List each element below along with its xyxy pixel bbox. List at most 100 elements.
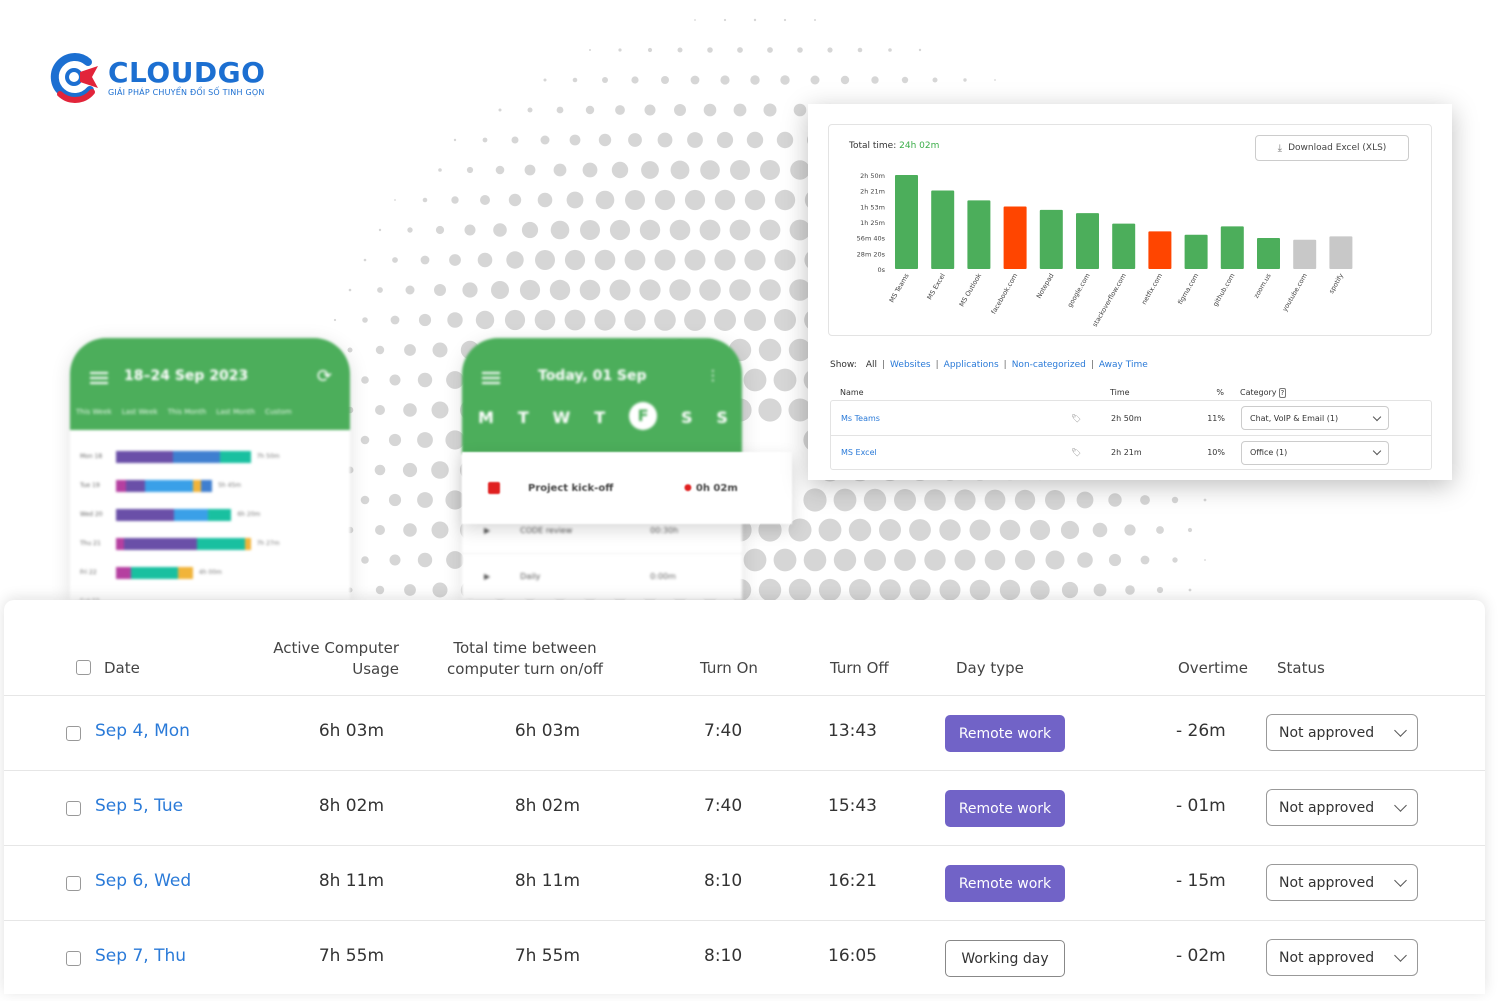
- period-tab[interactable]: Last Month: [216, 408, 255, 416]
- period-tab[interactable]: This Month: [168, 408, 206, 416]
- row-checkbox[interactable]: [66, 876, 81, 891]
- halftone-dot: [417, 432, 433, 448]
- halftone-dot: [628, 133, 642, 147]
- bar-segment: [172, 450, 220, 463]
- timesheet-row: Sep 5, Tue 8h 02m 8h 02m 7:40 15:43 Remote wo…: [4, 771, 1485, 846]
- play-icon[interactable]: ▶: [484, 526, 490, 535]
- bar-segment: [208, 508, 232, 521]
- help-icon[interactable]: ?: [1278, 387, 1287, 398]
- menu-icon[interactable]: [90, 372, 108, 384]
- bar-ms-excel[interactable]: [931, 190, 955, 269]
- bar-zoom-us[interactable]: [1257, 238, 1280, 269]
- filter-websites[interactable]: Websites: [890, 360, 931, 370]
- app-time: 2h 50m: [1111, 413, 1142, 423]
- total-time: 8h 02m: [514, 796, 580, 816]
- weekday-1[interactable]: T: [518, 408, 529, 430]
- row-checkbox[interactable]: [66, 951, 81, 966]
- filter-non-categorized[interactable]: Non-categorized: [1012, 360, 1086, 370]
- halftone-dot: [615, 105, 625, 115]
- col-header-name: Name: [840, 387, 864, 397]
- col-header-overtime: Overtime: [1178, 659, 1248, 677]
- overtime-value: - 01m: [1176, 796, 1226, 816]
- active-usage: 8h 02m: [318, 796, 384, 816]
- refresh-icon[interactable]: ⟳: [317, 366, 332, 387]
- app-name-link[interactable]: MS Excel: [831, 448, 1071, 457]
- halftone-dot: [773, 548, 797, 572]
- halftone-dot: [624, 249, 646, 271]
- tag-icon[interactable]: 🏷︎: [1071, 414, 1111, 423]
- weekday-6[interactable]: S: [716, 408, 728, 430]
- date-link[interactable]: Sep 7, Thu: [95, 946, 186, 966]
- day-type-badge[interactable]: Working day: [945, 940, 1065, 977]
- bar-segment: [173, 508, 209, 521]
- row-checkbox[interactable]: [66, 726, 81, 741]
- date-link[interactable]: Sep 6, Wed: [95, 871, 191, 891]
- tag-icon[interactable]: 🏷︎: [1071, 448, 1111, 457]
- play-icon[interactable]: ▶: [484, 572, 490, 581]
- weekday-3[interactable]: T: [594, 408, 605, 430]
- halftone-dot: [464, 224, 476, 236]
- halftone-dot: [417, 372, 433, 388]
- bar-google-com[interactable]: [1076, 213, 1099, 269]
- date-link[interactable]: Sep 4, Mon: [95, 721, 190, 741]
- period-tab[interactable]: This Week: [76, 408, 112, 416]
- bar-youtube-com[interactable]: [1293, 239, 1317, 269]
- halftone-dot: [694, 19, 696, 21]
- category-select[interactable]: Chat, VoIP & Email (1): [1241, 406, 1389, 430]
- halftone-dot: [1030, 580, 1050, 600]
- bar-facebook-com[interactable]: [1003, 206, 1027, 269]
- weekday-2[interactable]: W: [553, 408, 571, 430]
- category-select[interactable]: Office (1): [1241, 440, 1389, 465]
- bar-figma-com[interactable]: [1184, 234, 1208, 269]
- halftone-dot: [714, 309, 736, 331]
- halftone-dot: [774, 249, 796, 271]
- halftone-dot: [431, 461, 449, 479]
- halftone-dot: [1061, 581, 1079, 599]
- more-options-icon[interactable]: ⋮: [706, 368, 720, 384]
- filter-applications[interactable]: Applications: [944, 360, 999, 370]
- date-link[interactable]: Sep 5, Tue: [95, 796, 183, 816]
- status-select[interactable]: Not approved: [1266, 939, 1418, 976]
- period-tab[interactable]: Last Week: [122, 408, 158, 416]
- bar-notepad[interactable]: [1039, 209, 1063, 269]
- turn-off-time: 16:05: [828, 946, 877, 966]
- menu-icon[interactable]: [482, 372, 500, 384]
- stop-icon[interactable]: [488, 482, 500, 494]
- day-type-badge[interactable]: Remote work: [945, 865, 1065, 902]
- halftone-dot: [498, 108, 502, 112]
- row-checkbox[interactable]: [66, 801, 81, 816]
- bar-spotify[interactable]: [1329, 236, 1353, 269]
- status-select[interactable]: Not approved: [1266, 789, 1418, 826]
- status-select[interactable]: Not approved: [1266, 714, 1418, 751]
- bar-ms-teams[interactable]: [895, 175, 918, 269]
- day-type-badge[interactable]: Remote work: [945, 715, 1065, 752]
- filter-separator: |: [1003, 360, 1007, 370]
- x-tick-label: zoom.us: [1252, 271, 1273, 299]
- select-all-checkbox[interactable]: [76, 660, 91, 675]
- task-list-item[interactable]: ▶ Daily 0:00m: [462, 554, 742, 600]
- period-tab[interactable]: Custom: [265, 408, 292, 416]
- halftone-dot: [375, 525, 385, 535]
- halftone-dot: [418, 313, 432, 327]
- bar-github-com[interactable]: [1220, 226, 1244, 269]
- status-select[interactable]: Not approved: [1266, 864, 1418, 901]
- filter-away-time[interactable]: Away Time: [1099, 360, 1148, 370]
- weekday-0[interactable]: M: [478, 408, 494, 430]
- active-task-card[interactable]: Project kick-off ● 0h 02m: [462, 452, 792, 524]
- download-excel-button[interactable]: ⤓ Download Excel (XLS): [1255, 135, 1409, 161]
- filter-all[interactable]: All: [866, 360, 877, 370]
- halftone-dot: [767, 47, 773, 53]
- x-tick-label: spotify: [1327, 272, 1345, 295]
- day-type-badge[interactable]: Remote work: [945, 790, 1065, 827]
- bar-ms-outlook[interactable]: [967, 200, 991, 269]
- app-name-link[interactable]: Ms Teams: [831, 414, 1071, 423]
- timesheet-table: Date Active Computer Usage Total time be…: [4, 600, 1485, 994]
- bar-stackoverflow-com[interactable]: [1112, 223, 1136, 269]
- weekday-4[interactable]: F: [629, 402, 658, 430]
- halftone-dot: [374, 464, 386, 476]
- bar-netfix-com[interactable]: [1148, 231, 1172, 269]
- stacked-bar: [116, 566, 193, 579]
- weekday-5[interactable]: S: [681, 408, 693, 430]
- halftone-dot: [714, 189, 736, 211]
- halftone-dot: [1077, 552, 1093, 568]
